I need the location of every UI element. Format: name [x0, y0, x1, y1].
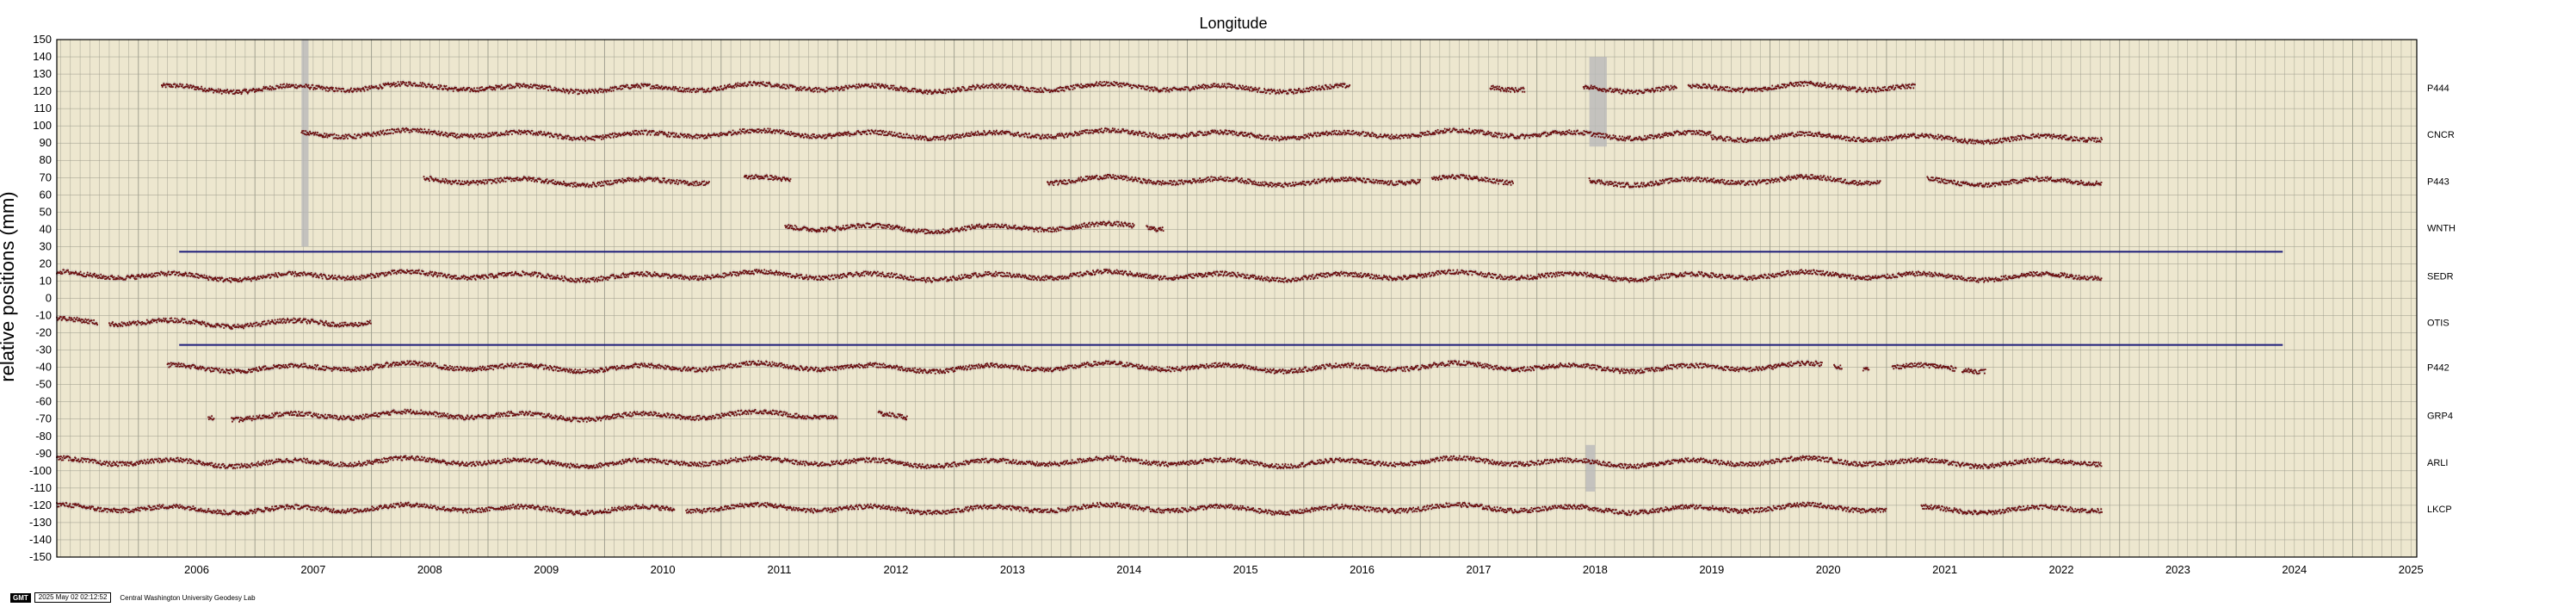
timestamp: 2025 May 02 02:12:52 [34, 592, 112, 603]
uncertainty-band [301, 40, 309, 247]
y-tick-label: 150 [33, 33, 52, 46]
station-label-p444: P444 [2427, 84, 2449, 94]
y-tick-label: -40 [35, 361, 52, 374]
x-tick-label: 2016 [1350, 563, 1374, 576]
uncertainty-band [1585, 444, 1596, 492]
x-tick-label: 2017 [1467, 563, 1492, 576]
x-tick-label: 2011 [768, 563, 792, 576]
station-label-sedr: SEDR [2427, 271, 2454, 282]
station-label-p442: P442 [2427, 363, 2449, 374]
x-tick-label: 2023 [2165, 563, 2190, 576]
station-label-wnth: WNTH [2427, 223, 2456, 233]
y-tick-label: 80 [40, 153, 52, 166]
y-tick-label: -90 [35, 447, 52, 460]
y-tick-label: -80 [35, 430, 52, 443]
y-tick-label: -30 [35, 344, 52, 356]
x-tick-label: 2014 [1116, 563, 1141, 576]
x-tick-label: 2024 [2282, 563, 2307, 576]
y-tick-label: -130 [29, 516, 52, 529]
y-tick-label: 90 [40, 136, 52, 149]
x-tick-label: 2022 [2049, 563, 2074, 576]
station-label-arli: ARLI [2427, 458, 2448, 468]
x-tick-label: 2021 [1932, 563, 1957, 576]
y-tick-label: -50 [35, 378, 52, 391]
y-tick-label: 140 [33, 50, 52, 63]
y-tick-label: 120 [33, 84, 52, 97]
x-tick-label: 2013 [1000, 563, 1025, 576]
credit-text: Central Washington University Geodesy La… [120, 593, 256, 602]
chart-title: Longitude [1199, 15, 1267, 32]
x-tick-label: 2008 [417, 563, 442, 576]
y-tick-label: -70 [35, 412, 52, 425]
x-tick-label: 2018 [1583, 563, 1608, 576]
x-tick-label: 2020 [1816, 563, 1841, 576]
y-tick-label: 60 [40, 188, 52, 201]
y-tick-label: -150 [29, 550, 52, 563]
x-tick-label: 2010 [651, 563, 676, 576]
station-label-grp4: GRP4 [2427, 412, 2453, 422]
y-tick-label: 20 [40, 257, 52, 269]
x-tick-label: 2025 [2399, 563, 2424, 576]
chart: Longitude relative positions (mm) -150 -1… [0, 15, 2456, 576]
x-tick-label: 2009 [534, 563, 559, 576]
y-tick-label: -140 [29, 533, 52, 546]
station-label-p443: P443 [2427, 177, 2449, 187]
y-tick-label: -110 [30, 481, 52, 494]
y-tick-label: 30 [40, 239, 52, 252]
x-tick-label: 2015 [1233, 563, 1258, 576]
y-tick-label: 70 [40, 170, 52, 183]
y-tick-label: 0 [46, 292, 52, 305]
y-tick-label: 50 [40, 205, 52, 218]
y-tick-label: -120 [29, 499, 52, 511]
x-tick-label: 2006 [184, 563, 209, 576]
y-tick-label: 10 [40, 274, 52, 287]
y-tick-label: -10 [35, 309, 52, 322]
y-tick-label: 130 [33, 67, 52, 80]
x-tick-label: 2019 [1699, 563, 1724, 576]
plot-area: -150-140-130-120-110-100-90-80-70-60-50-… [29, 33, 2456, 576]
footer: GMT 2025 May 02 02:12:52 Central Washing… [10, 592, 256, 603]
y-axis-label: relative positions (mm) [0, 191, 18, 381]
x-tick-label: 2007 [300, 563, 325, 576]
station-label-otis: OTIS [2427, 319, 2449, 329]
y-tick-label: 110 [34, 102, 52, 115]
station-label-cncr: CNCR [2427, 130, 2455, 140]
y-tick-label: -100 [29, 464, 52, 477]
station-label-lkcp: LKCP [2427, 505, 2452, 515]
y-tick-label: 100 [33, 119, 52, 132]
y-tick-label: -60 [35, 395, 52, 408]
gmt-badge: GMT [10, 592, 31, 603]
x-tick-label: 2012 [883, 563, 908, 576]
y-tick-label: -20 [35, 326, 52, 339]
y-tick-label: 40 [40, 222, 52, 235]
